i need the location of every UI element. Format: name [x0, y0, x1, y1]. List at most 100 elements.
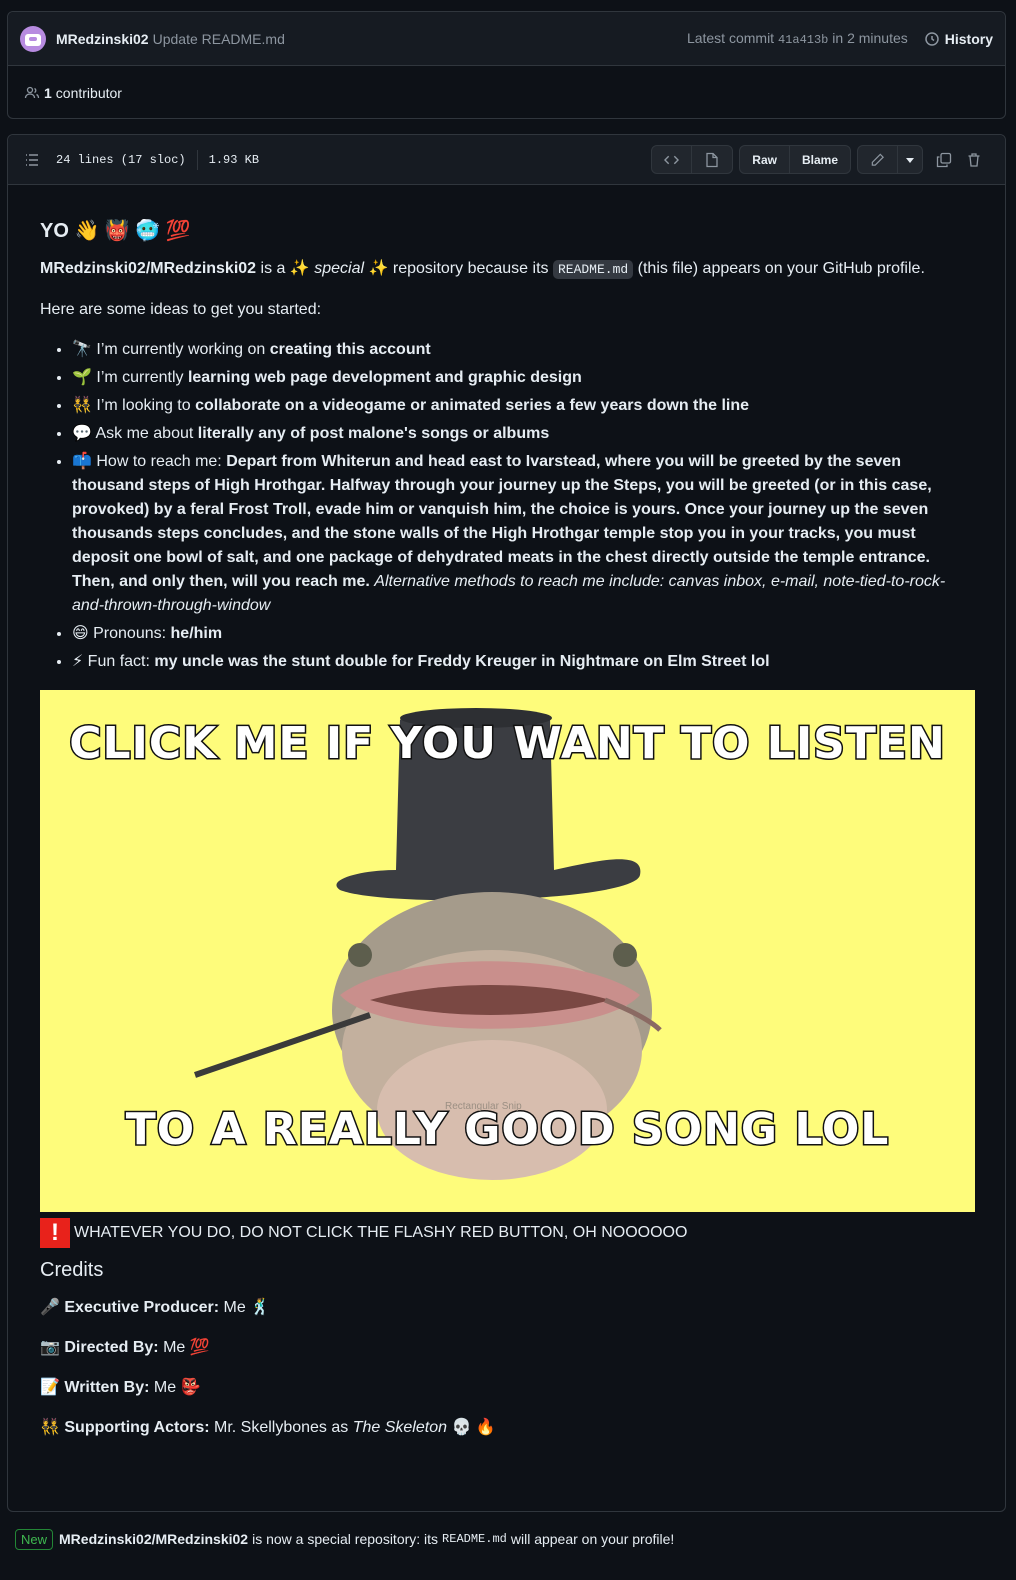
commit-message-link[interactable]: Update README.md	[153, 31, 285, 47]
file-icon	[706, 152, 718, 167]
commit-panel: MRedzinski02 Update README.md Latest com…	[7, 11, 1006, 119]
file-size: 1.93 KB	[208, 152, 260, 167]
latest-commit-label: Latest commit	[686, 30, 775, 46]
special-text: special	[314, 260, 365, 277]
file-header: 24 lines (17 sloc) 1.93 KB Raw Blame	[8, 135, 1005, 185]
outline-icon[interactable]	[24, 152, 40, 168]
contributor-count: 1	[44, 85, 52, 101]
item-bold: my uncle was the stunt double for Freddy…	[154, 653, 770, 670]
intro-text-b: ✨ repository because its	[368, 260, 549, 277]
watermark-text: Rectangular Snip	[445, 1101, 522, 1112]
credit-emoji: 📝	[40, 1379, 60, 1396]
item-bold: he/him	[170, 625, 223, 642]
copy-button[interactable]	[929, 145, 959, 174]
view-toggle	[651, 145, 734, 174]
credit-value: Me 💯	[158, 1339, 210, 1356]
blame-button[interactable]: Blame	[790, 146, 850, 173]
list-item: 😄 Pronouns: he/him	[72, 622, 975, 646]
pencil-icon	[871, 153, 884, 166]
raw-button[interactable]: Raw	[740, 146, 790, 173]
list-item: ⚡ Fun fact: my uncle was the stunt doubl…	[72, 650, 975, 674]
notice-text-a: is now a special repository: its	[252, 1531, 439, 1547]
credit-value: Me 🕺	[219, 1299, 271, 1316]
new-badge: New	[15, 1528, 54, 1550]
source-view-button[interactable]	[652, 146, 693, 173]
credit-emoji: 🎤	[40, 1299, 60, 1316]
notice-repo-name: MRedzinski02/MRedzinski02	[59, 1531, 249, 1547]
special-repo-notice: New MRedzinski02/MRedzinski02 is now a s…	[7, 1524, 1006, 1554]
list-item: 🌱 I’m currently learning web page develo…	[72, 366, 975, 390]
about-list: 🔭 I’m currently working on creating this…	[40, 338, 975, 674]
commit-sha-link[interactable]: 41a413b	[778, 33, 828, 47]
file-viewer: 24 lines (17 sloc) 1.93 KB Raw Blame YO …	[7, 134, 1006, 1512]
notice-text-b: will appear on your profile!	[510, 1531, 675, 1547]
warning-text: WHATEVER YOU DO, DO NOT CLICK THE FLASHY…	[74, 1224, 688, 1241]
repo-name: MRedzinski02/MRedzinski02	[40, 260, 257, 277]
credit-role: Written By:	[64, 1379, 150, 1396]
avatar[interactable]	[20, 25, 46, 52]
item-text: 👯 I’m looking to	[72, 397, 196, 414]
ideas-text: Here are some ideas to get you started:	[40, 301, 322, 318]
trash-icon	[968, 152, 980, 167]
song-link-banner[interactable]: CLICK ME IF YOU WANT TO LISTEN TO A REAL…	[40, 690, 975, 1212]
list-item: 🔭 I’m currently working on creating this…	[72, 338, 975, 362]
commit-time: in 2 minutes	[832, 30, 908, 46]
credit-tail: 💀 🔥	[447, 1419, 496, 1436]
banner-top-text: CLICK ME IF YOU WANT TO LISTEN	[68, 718, 947, 769]
commit-author-link[interactable]: MRedzinski02	[56, 31, 149, 47]
edit-button[interactable]	[858, 146, 898, 173]
item-bold: collaborate on a videogame or animated s…	[195, 397, 750, 414]
history-icon	[925, 31, 939, 46]
credit-emoji: 📷	[40, 1339, 60, 1356]
item-text: ⚡ Fun fact:	[72, 653, 155, 670]
people-icon	[24, 86, 40, 99]
banner-bottom-text: TO A REALLY GOOD SONG LOL	[124, 1104, 890, 1155]
rendered-view-button[interactable]	[692, 146, 732, 173]
readme-title: YO 👋 👹 🥶 💯	[40, 220, 191, 242]
copy-icon	[936, 152, 952, 167]
intro-paragraph: MRedzinski02/MRedzinski02 is a ✨ special…	[40, 257, 975, 282]
intro-text-c: (this file) appears on your GitHub profi…	[637, 260, 925, 277]
history-button[interactable]: History	[924, 31, 993, 47]
credit-italic: The Skeleton	[352, 1419, 447, 1436]
line-count: 24 lines (17 sloc)	[56, 152, 186, 167]
edit-group	[857, 145, 923, 174]
code-icon	[664, 155, 680, 164]
item-bold: creating this account	[269, 341, 431, 358]
exclamation-icon: !	[40, 1218, 70, 1248]
credit-line: 👯 Supporting Actors: Mr. Skellybones as …	[40, 1416, 975, 1440]
item-text: 📫 How to reach me:	[72, 453, 227, 470]
credit-value: Me 👺	[149, 1379, 201, 1396]
latest-commit-info: Latest commit 41a413b in 2 minutes	[687, 30, 908, 47]
delete-button[interactable]	[959, 145, 989, 174]
intro-text-a: is a ✨	[260, 260, 310, 277]
credit-line: 🎤 Executive Producer: Me 🕺	[40, 1296, 975, 1320]
list-item: 👯 I’m looking to collaborate on a videog…	[72, 394, 975, 418]
credit-value: Mr. Skellybones as	[209, 1419, 353, 1436]
credit-line: 📷 Directed By: Me 💯	[40, 1336, 975, 1360]
caret-down-icon	[906, 157, 914, 163]
item-bold: literally any of post malone's songs or …	[197, 425, 550, 442]
latest-commit-row: MRedzinski02 Update README.md Latest com…	[8, 12, 1005, 66]
item-bold: learning web page development and graphi…	[187, 369, 582, 386]
edit-dropdown-button[interactable]	[898, 146, 922, 173]
item-text: 🔭 I’m currently working on	[72, 341, 270, 358]
history-label: History	[944, 30, 993, 47]
item-text: 😄 Pronouns:	[72, 625, 171, 642]
warning-line: ! WHATEVER YOU DO, DO NOT CLICK THE FLAS…	[40, 1218, 975, 1248]
credits-heading: Credits	[40, 1259, 104, 1281]
contributor-label: contributor	[55, 85, 122, 101]
raw-blame-group: Raw Blame	[739, 145, 851, 174]
readme-code: README.md	[552, 260, 634, 279]
divider	[196, 149, 198, 170]
item-text: 💬 Ask me about	[72, 425, 198, 442]
credit-role: Supporting Actors:	[64, 1419, 210, 1436]
list-item: 📫 How to reach me: Depart from Whiterun …	[72, 450, 975, 618]
credit-emoji: 👯	[40, 1419, 60, 1436]
item-bold: Depart from Whiterun and head east to Iv…	[72, 453, 932, 590]
contributors-row[interactable]: 1 contributor	[8, 66, 1005, 120]
list-item: 💬 Ask me about literally any of post mal…	[72, 422, 975, 446]
credit-role: Executive Producer:	[64, 1299, 220, 1316]
notice-code: README.md	[442, 1532, 507, 1546]
item-text: 🌱 I’m currently	[72, 369, 188, 386]
